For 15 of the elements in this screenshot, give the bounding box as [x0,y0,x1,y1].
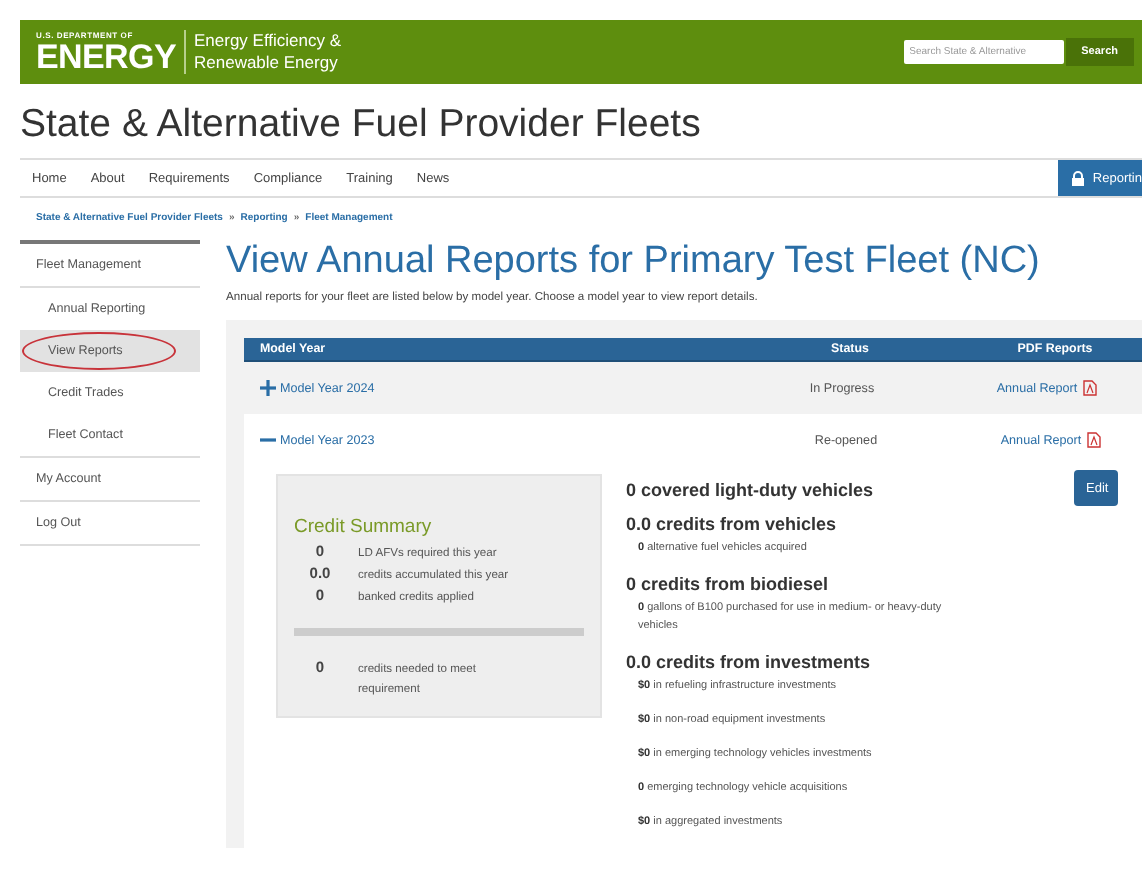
office-name: Renewable Energy [194,52,340,74]
credit-summary-title: Credit Summary [294,516,434,538]
office-name: Energy Efficiency & [194,30,342,52]
page-heading: View Annual Reports for Primary Test Fleet (NC) [226,240,1042,284]
pdf-icon [1081,380,1098,396]
section-heading: 0 covered light-duty vehicles [626,480,874,500]
lock-icon [1070,170,1087,186]
site-title: State & Alternative Fuel Provider Fleets [20,100,703,150]
section-heading: 0.0 credits from investments [626,652,871,672]
agency-logo-text: ENERGY [36,39,176,73]
plus-icon [260,380,276,396]
pdf-icon [1085,432,1102,448]
section-heading: 0.0 credits from vehicles [626,514,837,534]
minus-icon [260,432,276,448]
section-heading: 0 credits from biodiesel [626,574,829,594]
